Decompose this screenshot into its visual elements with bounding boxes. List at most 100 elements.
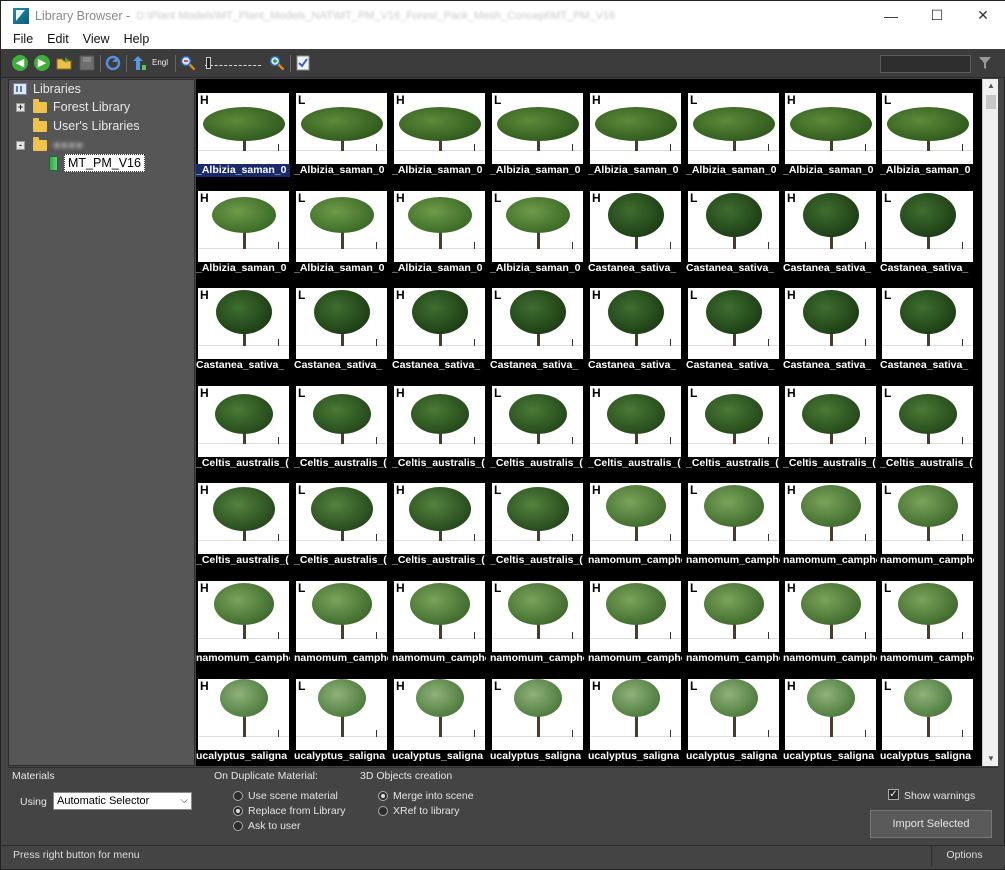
thumbnail-label: namomum_campho [686,554,780,566]
thumbnail-tile[interactable]: Hucalyptus_saligna [588,665,682,762]
thumbnail-tile[interactable]: H Castanea_sativa_ [392,274,486,371]
thumbnail-tile[interactable]: L _Albizia_saman_0 [490,177,584,274]
thumbnail-tile[interactable]: Hnamomum_campho [783,567,877,664]
thumbnail-tile[interactable]: H _Albizia_saman_0 [783,79,877,176]
tree-root-libraries[interactable]: Libraries [13,80,81,98]
tree-item-users-libraries[interactable]: User's Libraries [33,117,139,135]
radio-use-scene-material[interactable] [233,791,243,801]
thumbnail-tile[interactable]: L _Celtis_australis_( [490,469,584,566]
thumbnail-tile[interactable]: Lucalyptus_saligna [880,665,974,762]
thumbnail-tile[interactable]: Lucalyptus_saligna [686,665,780,762]
thumbnail-tile[interactable]: Lnamomum_campho [294,567,388,664]
thumbnail-tile[interactable]: L _Albizia_saman_0 [294,177,388,274]
tree-item-mt-pm-v16[interactable]: MT_PM_V16 [49,154,145,172]
thumbnail-tile[interactable]: H _Celtis_australis_( [392,372,486,469]
thumbnail-tile[interactable]: L _Celtis_australis_( [686,372,780,469]
import-selected-button[interactable]: Import Selected [870,810,992,838]
expand-icon[interactable]: + [16,102,25,112]
back-icon[interactable]: ◀ [12,55,28,71]
thumbnail-tile[interactable]: Lnamomum_campho [686,469,780,566]
thumbnail-tile[interactable]: L _Celtis_australis_( [880,372,974,469]
zoom-slider-thumb[interactable] [205,57,211,69]
search-input[interactable] [880,55,971,73]
thumbnail-tile[interactable]: H _Albizia_saman_0 [392,177,486,274]
vertical-scrollbar[interactable]: ▲ ▼ [982,79,998,766]
thumbnail-tile[interactable]: L Castanea_sativa_ [294,274,388,371]
minimize-button[interactable]: — [868,1,914,30]
thumbnail-tile[interactable]: H _Celtis_australis_( [392,469,486,566]
checklist-icon[interactable] [295,55,311,71]
zoom-slider[interactable] [201,57,265,69]
refresh-icon[interactable] [105,55,121,71]
thumbnail-tile[interactable]: Lnamomum_campho [490,567,584,664]
thumbnail-tile[interactable]: L _Albizia_saman_0 [490,79,584,176]
menu-view[interactable]: View [76,30,117,49]
thumbnail-tile[interactable]: Lnamomum_campho [880,469,974,566]
thumbnail-tile[interactable]: Hucalyptus_saligna [783,665,877,762]
language-icon[interactable]: Engl [152,55,172,71]
thumbnail-tile[interactable]: L _Celtis_australis_( [294,372,388,469]
toolbar-separator [126,55,127,72]
thumbnail-tile[interactable]: L Castanea_sativa_ [686,274,780,371]
open-folder-icon[interactable] [56,55,72,71]
tree-canopy [899,193,956,237]
thumbnail-tile[interactable]: H _Celtis_australis_( [783,372,877,469]
thumbnail-tile[interactable]: L _Albizia_saman_0 [686,79,780,176]
scroll-thumb[interactable] [986,95,996,109]
thumbnail-tile[interactable]: Lucalyptus_saligna [294,665,388,762]
thumbnail-tile[interactable]: L _Albizia_saman_0 [880,79,974,176]
thumbnail-tile[interactable]: H _Celtis_australis_( [196,469,290,566]
thumbnail-tile[interactable]: H Castanea_sativa_ [783,177,877,274]
save-icon[interactable] [79,55,95,71]
thumbnail-tile[interactable]: Hnamomum_campho [588,567,682,664]
thumbnail-tile[interactable]: L Castanea_sativa_ [880,177,974,274]
thumbnail-tile[interactable]: H Castanea_sativa_ [783,274,877,371]
thumbnail-tile[interactable]: H _Albizia_saman_0 [392,79,486,176]
thumbnail-tile[interactable]: Hucalyptus_saligna [196,665,290,762]
thumbnail-tile[interactable]: H _Celtis_australis_( [588,372,682,469]
menu-edit[interactable]: Edit [40,30,76,49]
up-icon[interactable] [131,55,147,71]
thumbnail-tile[interactable]: Lnamomum_campho [880,567,974,664]
thumbnail-tile[interactable]: L Castanea_sativa_ [686,177,780,274]
thumbnail-tile[interactable]: Lucalyptus_saligna [490,665,584,762]
thumbnail-tile[interactable]: Hnamomum_campho [783,469,877,566]
thumbnail-tile[interactable]: L Castanea_sativa_ [490,274,584,371]
thumbnail-tile[interactable]: Lnamomum_campho [686,567,780,664]
close-button[interactable]: ✕ [960,1,1005,30]
thumbnail-tile[interactable]: H Castanea_sativa_ [196,274,290,371]
thumbnail-tile[interactable]: L _Celtis_australis_( [294,469,388,566]
thumbnail-tile[interactable]: H _Albizia_saman_0 [196,79,290,177]
radio-merge-into-scene[interactable] [378,791,388,801]
thumbnail-tile[interactable]: Hnamomum_campho [588,469,682,566]
thumbnail-tile[interactable]: L _Albizia_saman_0 [294,79,388,176]
scroll-down-icon[interactable]: ▼ [983,752,999,766]
radio-replace-from-library[interactable] [233,806,243,816]
thumbnail-tile[interactable]: H _Albizia_saman_0 [588,79,682,176]
menu-help[interactable]: Help [117,30,157,49]
thumbnail-tile[interactable]: H Castanea_sativa_ [588,274,682,371]
thumbnail-tile[interactable]: Hnamomum_campho [196,567,290,664]
thumbnail-tile[interactable]: H _Albizia_saman_0 [196,177,290,274]
tree-item-forest-library[interactable]: + Forest Library [16,98,130,116]
menu-file[interactable]: File [1,30,40,49]
thumbnail-tile[interactable]: H _Celtis_australis_( [196,372,290,469]
thumbnail-tile[interactable]: L _Celtis_australis_( [490,372,584,469]
thumbnail-tile[interactable]: H Castanea_sativa_ [588,177,682,274]
options-button[interactable]: Options [931,846,997,866]
radio-xref-to-library[interactable] [378,806,388,816]
collapse-icon[interactable]: - [16,140,25,150]
thumbnail-tile[interactable]: Hucalyptus_saligna [392,665,486,762]
forward-icon[interactable]: ▶ [34,55,50,71]
using-select[interactable]: Automatic Selector ⌵ [53,792,192,810]
filter-icon[interactable] [979,57,991,70]
scroll-up-icon[interactable]: ▲ [983,79,999,93]
maximize-button[interactable]: ☐ [914,1,960,30]
tree-item-user-folder[interactable]: - ●●●● [16,136,83,154]
show-warnings-checkbox[interactable]: ✓ [888,789,899,800]
thumbnail-tile[interactable]: L Castanea_sativa_ [880,274,974,371]
zoom-out-icon[interactable] [180,55,196,71]
radio-ask-to-user[interactable] [233,821,243,831]
thumbnail-tile[interactable]: Hnamomum_campho [392,567,486,664]
zoom-in-icon[interactable] [269,55,285,71]
